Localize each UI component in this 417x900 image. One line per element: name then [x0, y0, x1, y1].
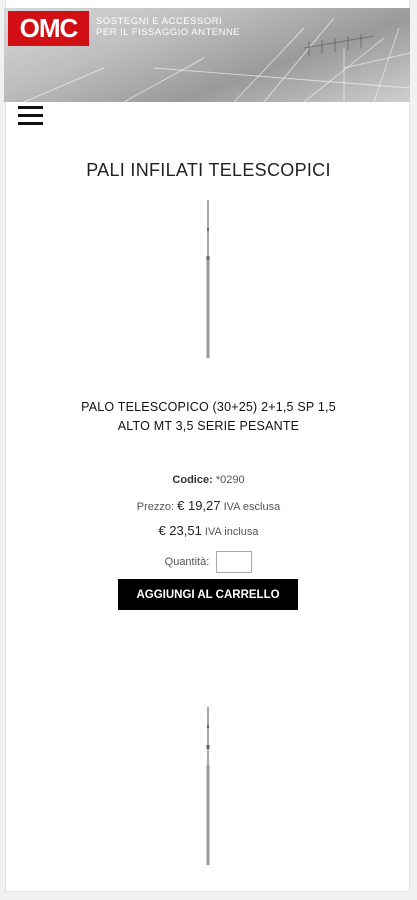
price-inc-vat-note: IVA inclusa: [204, 526, 259, 538]
quantity-input[interactable]: [216, 551, 253, 573]
site-header-banner[interactable]: OMC SOSTEGNI E ACCESSORI PER IL FISSAGGI…: [4, 8, 410, 102]
quantity-row: Quantità:: [0, 551, 417, 573]
product-image[interactable]: [198, 198, 218, 360]
price-inc-vat: € 23,51: [158, 523, 202, 538]
add-to-cart-button[interactable]: AGGIUNGI AL CARRELLO: [118, 579, 298, 610]
tagline-line-1: SOSTEGNI E ACCESSORI: [96, 16, 223, 27]
omc-logo[interactable]: OMC: [8, 11, 89, 46]
code-value: *0290: [215, 474, 245, 486]
tagline-line-2: PER IL FISSAGGIO ANTENNE: [96, 27, 241, 38]
product-name-line-2: ALTO MT 3,5 SERIE PESANTE: [117, 419, 300, 433]
hamburger-icon[interactable]: [18, 106, 43, 126]
price-ex-vat: € 19,27: [177, 498, 221, 513]
price-inc-vat-row: € 23,51 IVA inclusa: [0, 523, 417, 538]
header-tagline: SOSTEGNI E ACCESSORI PER IL FISSAGGIO AN…: [96, 16, 240, 38]
price-ex-vat-row: Prezzo: € 19,27 IVA esclusa: [0, 498, 417, 513]
product-image-next[interactable]: [198, 705, 218, 867]
product-code-row: Codice: *0290: [0, 474, 417, 486]
product-name-line-1: PALO TELESCOPICO (30+25) 2+1,5 SP 1,5: [81, 400, 336, 414]
quantity-label: Quantità:: [164, 555, 210, 568]
code-label: Codice:: [172, 474, 213, 486]
category-title: PALI INFILATI TELESCOPICI: [86, 160, 331, 180]
price-label: Prezzo:: [136, 501, 175, 513]
product-name[interactable]: PALO TELESCOPICO (30+25) 2+1,5 SP 1,5 AL…: [40, 398, 377, 436]
price-ex-vat-note: IVA esclusa: [223, 501, 281, 513]
